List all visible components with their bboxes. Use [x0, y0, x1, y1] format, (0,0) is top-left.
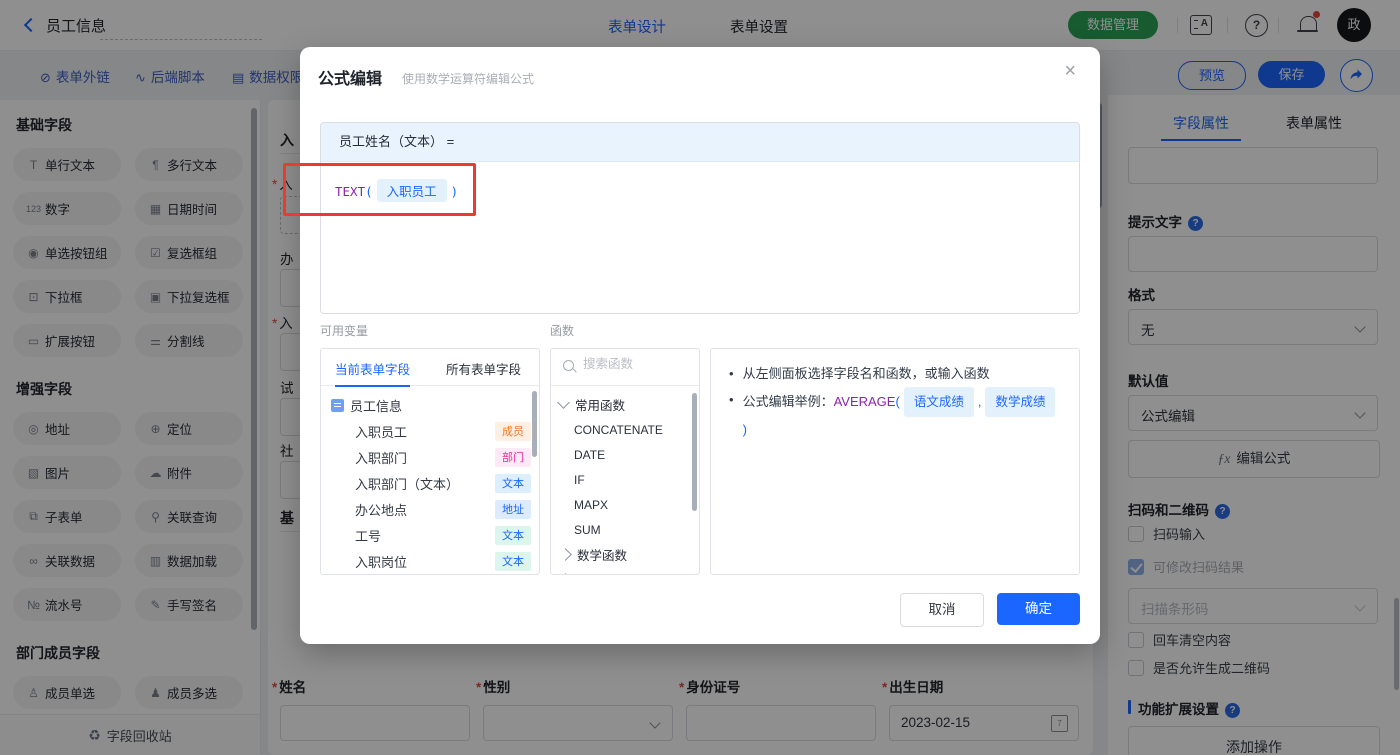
variables-panel: 当前表单字段 所有表单字段 员工信息 入职员工 成员 入职部门 部门 入职部门（文本… [320, 348, 540, 575]
type-tag: 文本 [495, 525, 531, 545]
function-group-common[interactable]: 常用函数 [551, 392, 699, 417]
paren-close: ) [742, 422, 747, 437]
variables-label: 可用变量 [320, 324, 369, 338]
variable-name: 工号 [355, 528, 382, 544]
variable-row[interactable]: 入职员工 成员 [321, 418, 539, 444]
variable-name: 办公地点 [355, 502, 408, 518]
variable-row[interactable]: 入职部门 部门 [321, 444, 539, 470]
variable-name: 入职岗位 [355, 554, 408, 570]
functions-panel: 常用函数 CONCATENATE DATE IF MAPX SUM 数学函数 文… [550, 348, 700, 575]
function-search-input[interactable] [581, 356, 690, 372]
chevron-right-icon [559, 573, 572, 574]
modal-subtitle: 使用数学运算符编辑公式 [402, 72, 535, 86]
help-line-2: • 公式编辑举例：AVERAGE(语文成绩, 数学成绩) [729, 387, 1061, 443]
chevron-down-icon [557, 396, 570, 409]
function-group-text[interactable]: 文本函数 [551, 567, 699, 574]
variable-name: 入职部门 [355, 450, 408, 466]
variable-name: 入职员工 [355, 424, 408, 440]
functions-scrollbar[interactable] [692, 393, 697, 511]
variable-tree-root[interactable]: 员工信息 [321, 392, 539, 418]
group-label: 文本函数 [577, 570, 627, 574]
tab-current-form-fields[interactable]: 当前表单字段 [335, 359, 411, 387]
function-item[interactable]: CONCATENATE [551, 417, 699, 442]
variable-name: 员工信息 [350, 398, 403, 414]
variable-name: 入职部门（文本） [355, 476, 460, 492]
cancel-button[interactable]: 取消 [900, 593, 984, 627]
variables-tabs: 当前表单字段 所有表单字段 [321, 349, 539, 387]
tab-all-form-fields[interactable]: 所有表单字段 [446, 359, 521, 378]
variables-scrollbar[interactable] [532, 391, 537, 457]
formula-target: 员工姓名（文本） = [321, 123, 1079, 162]
modal-title: 公式编辑 [318, 71, 383, 88]
search-icon [563, 360, 574, 371]
function-item[interactable]: DATE [551, 442, 699, 467]
variable-row[interactable]: 办公地点 地址 [321, 496, 539, 522]
app-window: 员工信息 表单设计 表单设置 数据管理 A ? 政 ⊘ 表单外链 ∿ 后端脚本 ▤ 数… [0, 0, 1400, 755]
help-line-1: • 从左侧面板选择字段名和函数，或输入函数 [729, 366, 990, 381]
chevron-right-icon [559, 548, 572, 561]
function-group-math[interactable]: 数学函数 [551, 542, 699, 567]
confirm-button[interactable]: 确定 [997, 593, 1080, 625]
formula-editor: 员工姓名（文本） = TEXT(入职员工) [320, 122, 1080, 314]
example-field-chip: 数学成绩 [985, 387, 1056, 417]
type-tag: 文本 [495, 551, 531, 571]
variable-row[interactable]: 工号 文本 [321, 522, 539, 548]
function-item[interactable]: IF [551, 467, 699, 492]
close-icon[interactable]: × [1064, 61, 1076, 81]
type-tag: 文本 [495, 473, 531, 493]
example-function: AVERAGE [833, 394, 896, 409]
annotation-highlight-box [283, 163, 476, 216]
type-tag: 部门 [495, 447, 531, 467]
type-tag: 成员 [495, 421, 531, 441]
formula-edit-modal: 公式编辑 使用数学运算符编辑公式 × 员工姓名（文本） = TEXT(入职员工)… [300, 47, 1100, 644]
function-item[interactable]: SUM [551, 517, 699, 542]
group-label: 数学函数 [577, 549, 628, 563]
paren-open: ( [895, 394, 900, 409]
function-search [551, 349, 699, 386]
functions-label: 函数 [550, 324, 575, 338]
form-doc-icon [331, 398, 344, 412]
example-prefix: 公式编辑举例： [742, 394, 834, 409]
example-field-chip: 语文成绩 [903, 387, 974, 417]
formula-help-panel: • 从左侧面板选择字段名和函数，或输入函数 • 公式编辑举例：AVERAGE(语文… [710, 348, 1080, 575]
function-item[interactable]: MAPX [551, 492, 699, 517]
clipped-row-fragment [491, 574, 525, 575]
variable-row[interactable]: 入职部门（文本） 文本 [321, 470, 539, 496]
variable-row[interactable]: 入职岗位 文本 [321, 548, 539, 574]
type-tag: 地址 [495, 499, 531, 519]
group-label: 常用函数 [575, 399, 626, 413]
comma: , [977, 394, 982, 409]
